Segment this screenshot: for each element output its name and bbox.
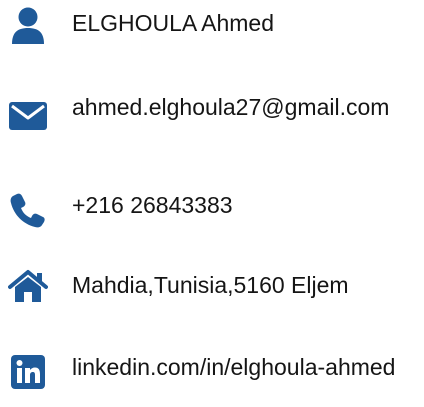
phone-icon [8,190,48,230]
address: Mahdia,Tunisia,5160 Eljem [72,272,349,298]
full-name: ELGHOULA Ahmed [72,10,274,36]
linkedin-link[interactable]: linkedin.com/in/elghoula-ahmed [72,354,412,381]
envelope-icon [8,96,48,136]
email-link[interactable]: ahmed.elghoula27@gmail.com [72,94,412,121]
linkedin-icon [8,352,48,392]
contact-list: ELGHOULA Ahmed ahmed.elghoula27@gmail.co… [0,0,424,407]
home-icon [8,266,48,306]
user-icon [8,6,48,46]
phone-number[interactable]: +216 26843383 [72,192,412,219]
